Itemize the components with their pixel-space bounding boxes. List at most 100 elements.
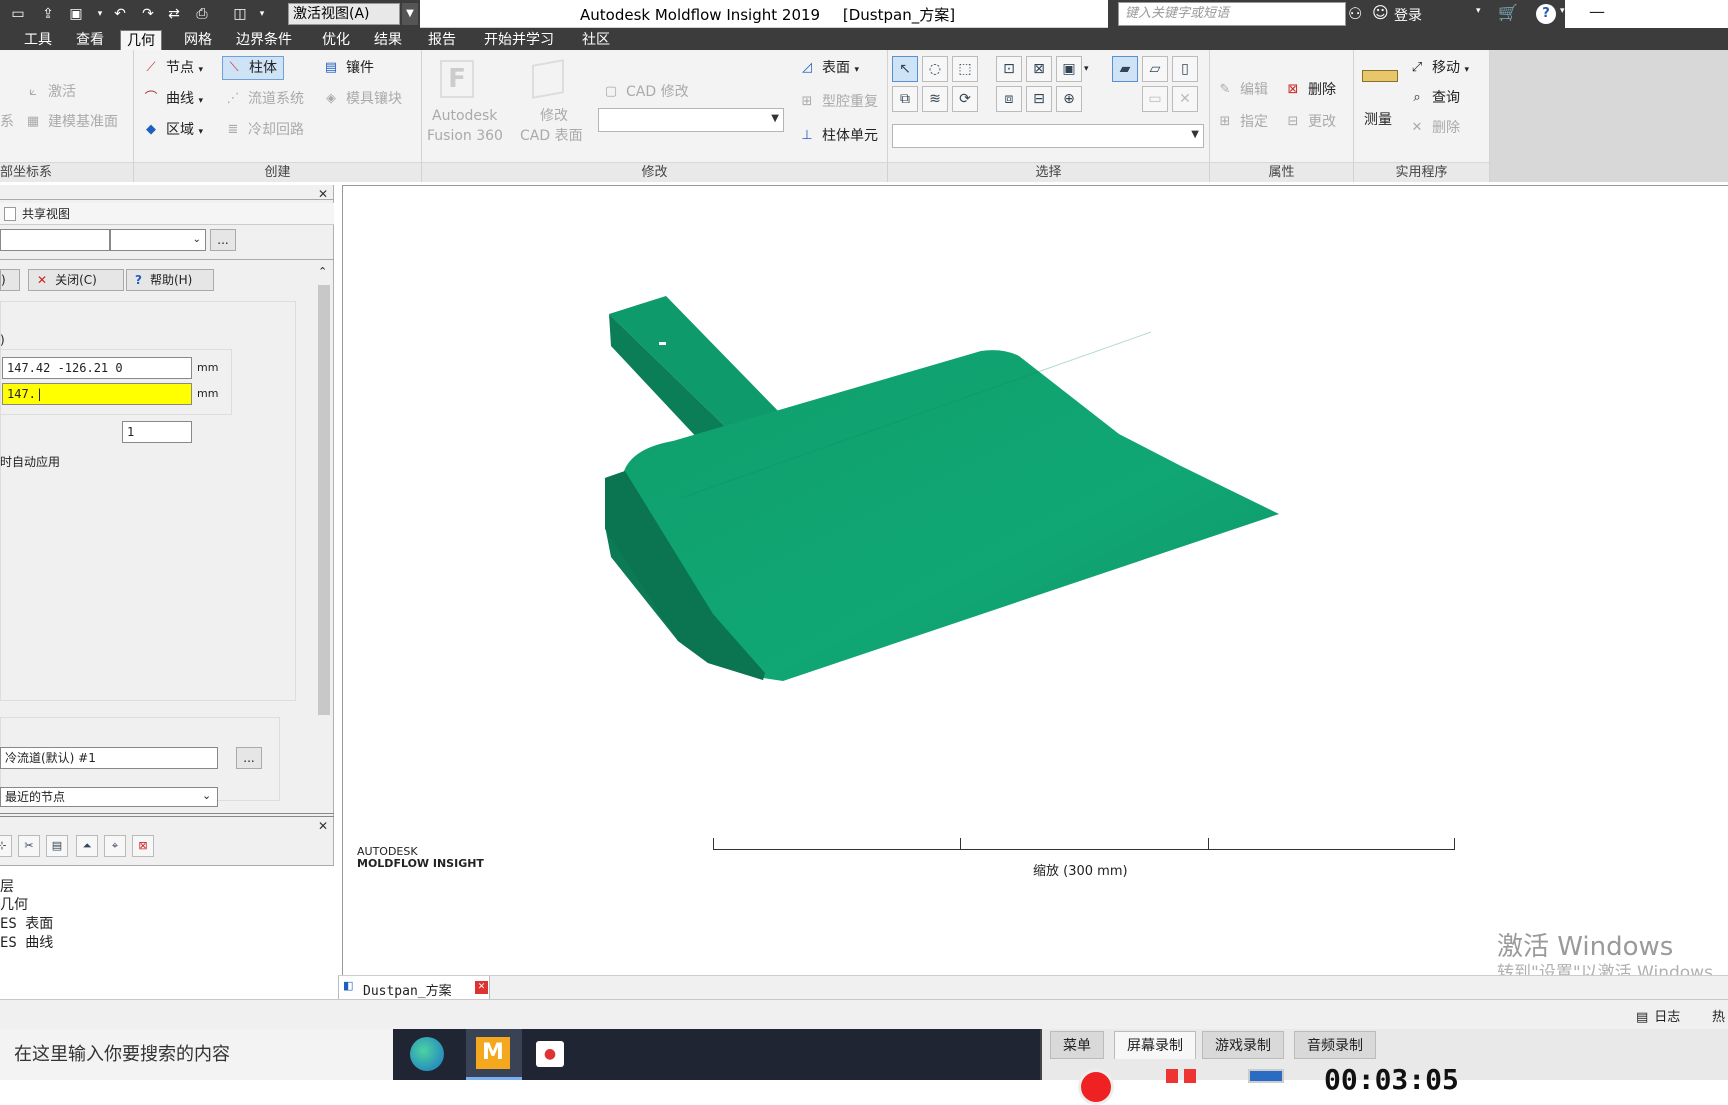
apply-button-partial[interactable]: ) [0,269,20,291]
layer-up-icon[interactable]: ⏶ [76,835,98,857]
view-hidden-icon[interactable]: ▭ [1142,86,1168,112]
edge-icon[interactable] [410,1037,444,1071]
layer-item[interactable]: ES 曲线 [0,932,53,952]
tab-learn[interactable]: 开始并学习 [478,30,560,50]
chevron-down-icon[interactable]: ▼ [402,3,418,25]
workspace-select[interactable]: 激活视图(A) [288,3,400,25]
layer-delete-icon[interactable]: ✂ [18,835,40,857]
cad-modify-select[interactable]: ▼ [598,108,784,132]
undo-icon[interactable]: ↶ [110,4,130,24]
cooling-circuit-button[interactable]: ≣ 冷却回路 [224,120,304,140]
select-frame-icon[interactable]: ▣ [1056,56,1082,82]
tab-marker[interactable] [4,207,16,221]
region-button[interactable]: ◆ 区域 ▾ [142,120,203,142]
pause-icon-2[interactable] [1184,1069,1196,1083]
select-invert-icon[interactable]: ⊠ [1026,56,1052,82]
tab-results[interactable]: 结果 [368,30,408,50]
tab-view[interactable]: 查看 [70,30,110,50]
curve-button[interactable]: ⌒ 曲线 ▾ [142,89,203,111]
splitter[interactable] [0,813,334,817]
utility-delete-button[interactable]: ✕ 删除 [1408,118,1460,138]
entity-type-select[interactable]: ⌄ [110,229,206,251]
open-project-icon[interactable]: ⇪ [38,4,58,24]
layer-item[interactable]: ES 表面 [0,913,53,933]
measure-label[interactable]: 测量 [1364,110,1392,130]
help-button[interactable]: ? 帮助(H) [126,269,214,291]
select-connected-icon[interactable]: ⟳ [952,86,978,112]
user-icon[interactable]: ☺ [1372,3,1389,22]
recorder-app-icon[interactable]: ● [536,1041,564,1067]
close-tab-icon[interactable]: ✕ [475,981,488,994]
rec-tab-menu[interactable]: 菜单 [1050,1031,1104,1059]
print-icon[interactable]: ⎙ [192,4,212,24]
select-property-icon[interactable]: ⊟ [1026,86,1052,112]
dropdown-icon[interactable]: ▾ [1084,64,1089,74]
tab-community[interactable]: 社区 [576,30,616,50]
layer-props-icon[interactable]: ▤ [46,835,68,857]
redo-icon[interactable]: ↷ [138,4,158,24]
panel-scrollbar[interactable]: ⌃ ⌄ [316,265,332,895]
shared-view-tab[interactable]: 共享视图 [22,205,70,222]
tab-boundary[interactable]: 边界条件 [230,30,298,50]
browse-button[interactable]: ... [210,229,236,251]
rec-tab-audio[interactable]: 音频录制 [1294,1031,1376,1059]
model-viewport[interactable]: AUTODESK MOLDFLOW INSIGHT 缩放 (300 mm) [342,185,1728,975]
tab-tools[interactable]: 工具 [18,30,58,50]
property-browse-button[interactable]: ... [236,747,262,769]
select-circle-icon[interactable]: ◌ [922,56,948,82]
assign-button[interactable]: ⊞ 指定 [1216,112,1268,132]
view-dropdown-icon[interactable]: ▾ [252,4,272,24]
change-button[interactable]: ⊟ 更改 [1284,112,1336,132]
layer-remove-icon[interactable]: ⊠ [132,835,154,857]
cad-modify-button[interactable]: ▢ CAD 修改 [602,82,689,102]
layer-down-icon[interactable]: ⌖ [104,835,126,857]
view-front-icon[interactable]: ▰ [1112,56,1138,82]
dustpan-model[interactable] [343,186,1728,976]
cavity-duplicate-button[interactable]: ⊞ 型腔重复 [798,92,878,112]
tab-optimize[interactable]: 优化 [316,30,356,50]
count-input[interactable]: 1 [122,421,192,443]
close-layers-icon[interactable]: ✕ [318,819,328,833]
column-unit-button[interactable]: ⊥ 柱体单元 [798,126,878,146]
mold-insert-button[interactable]: ◈ 模具镶块 [322,89,402,109]
login-link[interactable]: 登录 [1394,5,1422,25]
search-input[interactable]: 键入关键字或短语 [1118,2,1346,26]
tab-mesh[interactable]: 网格 [178,30,218,50]
select-all-icon[interactable]: ⊡ [996,56,1022,82]
surface-button[interactable]: ◿ 表面 ▾ [798,58,859,80]
doc-tab-dustpan[interactable]: ◧ Dustpan_方案 ✕ [338,976,490,1000]
monitor-icon[interactable] [1248,1069,1284,1083]
help-dropdown-icon[interactable]: ▾ [1560,6,1565,16]
close-button[interactable]: ✕ 关闭(C) [28,269,124,291]
log-button[interactable]: ▤ 日志 [1636,1006,1680,1025]
node-button[interactable]: ⟋ 节点 ▾ [142,58,203,80]
minimize-icon[interactable]: — [1589,2,1605,21]
select-pointer-icon[interactable]: ↖ [892,56,918,82]
coordinate-input-2[interactable]: 147.| [2,383,192,405]
scroll-up-icon[interactable]: ⌃ [318,265,327,278]
model-plane-button[interactable]: ▦ 建模基准面 [24,112,118,132]
record-icon[interactable] [1078,1069,1114,1105]
layer-item[interactable]: 几何 [0,894,28,914]
view-icon[interactable]: ◫ [230,4,250,24]
view-clear-icon[interactable]: ✕ [1172,86,1198,112]
moldflow-task[interactable]: M [466,1029,522,1080]
runner-system-button[interactable]: ⋰ 流道系统 [224,89,305,109]
ruler-icon[interactable] [1362,70,1398,82]
save-icon[interactable]: ▣ [66,4,86,24]
taskbar-search[interactable]: 在这里输入你要搜索的内容 [0,1029,393,1080]
modify-cad-icon[interactable] [532,59,564,99]
view-back-icon[interactable]: ▯ [1172,56,1198,82]
select-box-icon[interactable]: ⬚ [952,56,978,82]
scroll-thumb[interactable] [318,285,330,715]
selection-filter-select[interactable]: ▼ [892,124,1204,148]
select-layer-icon[interactable]: ≋ [922,86,948,112]
login-dropdown-icon[interactable]: ▾ [1476,6,1481,16]
fusion-icon[interactable]: F [440,60,474,98]
open-folder-icon[interactable]: ▭ [8,4,28,24]
delete-property-button[interactable]: ⊠ 删除 [1284,80,1336,100]
layer-item[interactable]: 层 [0,876,14,896]
column-button[interactable]: ⟍ 柱体 [222,56,284,80]
query-button[interactable]: ⌕ 查询 [1408,88,1460,108]
recent-nodes-select[interactable]: 最近的节点 [0,787,218,807]
